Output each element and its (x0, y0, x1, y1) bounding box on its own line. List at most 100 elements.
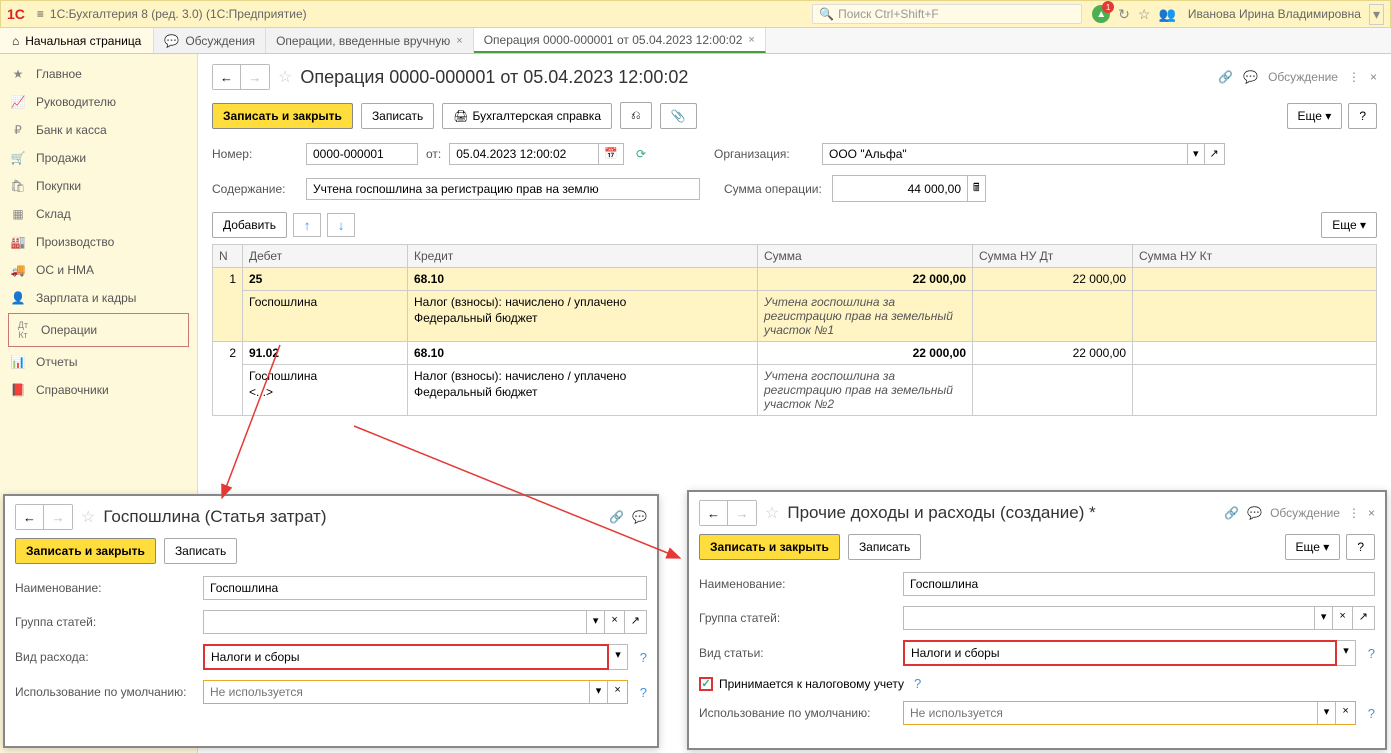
save-close-button[interactable]: Записать и закрыть (212, 103, 353, 129)
link-icon[interactable]: 🔗 (1224, 506, 1239, 520)
discuss-icon[interactable]: 💬 (1247, 506, 1262, 520)
col-debit[interactable]: Дебет (243, 245, 408, 268)
dropdown-icon[interactable]: ▾ (1188, 143, 1205, 165)
menu-icon[interactable]: ≡ (37, 7, 44, 21)
sidebar-item-reports[interactable]: 📊Отчеты (0, 348, 197, 376)
sum-input[interactable] (832, 175, 968, 202)
print-button[interactable]: 🖨Бухгалтерская справка (442, 103, 612, 129)
help-icon[interactable]: ? (914, 676, 921, 691)
back-button[interactable]: ← (16, 505, 44, 529)
sidebar-item-os[interactable]: 🚚ОС и НМА (0, 256, 197, 284)
save-button[interactable]: Записать (848, 534, 921, 560)
name-input[interactable] (203, 576, 647, 600)
history-icon[interactable]: ↻ (1118, 6, 1130, 23)
tab-discussions[interactable]: 💬 Обсуждения (154, 28, 266, 53)
sidebar-item-manager[interactable]: 📈Руководителю (0, 88, 197, 116)
back-button[interactable]: ← (213, 65, 241, 89)
table-row[interactable]: Госпошлина<...> Налог (взносы): начислен… (213, 365, 1377, 416)
close-icon[interactable]: × (1370, 70, 1377, 84)
clear-icon[interactable]: × (1335, 702, 1354, 724)
notifications-icon[interactable]: ▲ 1 (1092, 5, 1110, 23)
refresh-icon[interactable]: ⟳ (636, 147, 646, 161)
calendar-icon[interactable]: 📅 (599, 143, 624, 165)
dropdown-icon[interactable]: ▾ (589, 681, 608, 703)
table-row[interactable]: 2 91.02 68.10 22 000,00 22 000,00 (213, 342, 1377, 365)
save-button[interactable]: Записать (361, 103, 434, 129)
col-sum-kt[interactable]: Сумма НУ Кт (1133, 245, 1377, 268)
dropdown-icon[interactable]: ▾ (1315, 606, 1334, 630)
sidebar-item-salary[interactable]: 👤Зарплата и кадры (0, 284, 197, 312)
dropdown-icon[interactable]: ▾ (1317, 702, 1336, 724)
tax-checkbox[interactable]: ✓ (699, 677, 713, 691)
help-icon[interactable]: ? (640, 650, 647, 665)
col-sum[interactable]: Сумма (758, 245, 973, 268)
col-credit[interactable]: Кредит (408, 245, 758, 268)
group-input[interactable] (203, 610, 587, 634)
discuss-label[interactable]: Обсуждение (1268, 70, 1338, 84)
save-button[interactable]: Записать (164, 538, 237, 564)
dropdown-icon[interactable]: ▾ (1369, 4, 1384, 25)
add-button[interactable]: Добавить (212, 212, 287, 238)
favorite-star-icon[interactable]: ☆ (765, 503, 779, 523)
sidebar-item-catalogs[interactable]: 📕Справочники (0, 376, 197, 404)
open-icon[interactable]: ↗ (1353, 606, 1375, 630)
table-row[interactable]: 1 25 68.10 22 000,00 22 000,00 (213, 268, 1377, 291)
attach-button[interactable]: 📎 (660, 103, 697, 129)
clear-icon[interactable]: × (605, 610, 624, 634)
move-up-button[interactable]: ↑ (293, 213, 321, 237)
save-close-button[interactable]: Записать и закрыть (699, 534, 840, 560)
tab-manual-operations[interactable]: Операции, введенные вручную × (266, 28, 474, 53)
clear-icon[interactable]: × (1333, 606, 1352, 630)
org-input[interactable] (822, 143, 1188, 165)
group-input[interactable] (903, 606, 1315, 630)
search-input[interactable]: 🔍 Поиск Ctrl+Shift+F (812, 4, 1082, 24)
link-icon[interactable]: 🔗 (609, 510, 624, 524)
number-input[interactable] (306, 143, 418, 165)
help-button[interactable]: ? (1348, 103, 1377, 129)
sidebar-item-purchases[interactable]: 🛍Покупки (0, 172, 197, 200)
date-input[interactable] (449, 143, 599, 165)
more-button[interactable]: Еще ▾ (1285, 534, 1341, 560)
close-icon[interactable]: × (456, 35, 462, 47)
sidebar-item-operations[interactable]: ДтКтОперации (8, 313, 189, 347)
user-icon[interactable]: 👥 (1158, 6, 1175, 23)
clear-icon[interactable]: × (607, 681, 626, 703)
favorite-star-icon[interactable]: ☆ (278, 67, 292, 87)
more-button[interactable]: Еще ▾ (1287, 103, 1343, 129)
col-sum-dt[interactable]: Сумма НУ Дт (973, 245, 1133, 268)
close-icon[interactable]: × (1368, 506, 1375, 520)
user-name[interactable]: Иванова Ирина Владимировна (1188, 7, 1361, 21)
content-input[interactable] (306, 178, 700, 200)
help-button[interactable]: ? (1346, 534, 1375, 560)
dropdown-icon[interactable]: ▾ (587, 610, 606, 634)
save-close-button[interactable]: Записать и закрыть (15, 538, 156, 564)
table-row[interactable]: Госпошлина Налог (взносы): начислено / у… (213, 291, 1377, 342)
dropdown-icon[interactable]: ▾ (1337, 640, 1356, 666)
article-type-input[interactable] (903, 640, 1337, 666)
sidebar-item-bank[interactable]: ₽Банк и касса (0, 116, 197, 144)
sidebar-item-production[interactable]: 🏭Производство (0, 228, 197, 256)
default-input[interactable] (904, 702, 1317, 724)
sidebar-item-warehouse[interactable]: ▦Склад (0, 200, 197, 228)
open-icon[interactable]: ↗ (625, 610, 647, 634)
more-table-button[interactable]: Еще ▾ (1321, 212, 1377, 238)
tree-icon-button[interactable]: ⎌ (620, 102, 652, 129)
discuss-icon[interactable]: 💬 (1243, 70, 1258, 84)
back-button[interactable]: ← (700, 501, 728, 525)
link-icon[interactable]: 🔗 (1218, 70, 1233, 84)
sidebar-item-main[interactable]: ★Главное (0, 60, 197, 88)
expense-type-input[interactable] (203, 644, 609, 670)
help-icon[interactable]: ? (1368, 706, 1375, 721)
more-menu-icon[interactable]: ⋮ (1348, 70, 1360, 84)
help-icon[interactable]: ? (640, 685, 647, 700)
name-input[interactable] (903, 572, 1375, 596)
col-n[interactable]: N (213, 245, 243, 268)
default-input[interactable] (204, 681, 589, 703)
dropdown-icon[interactable]: ▾ (609, 644, 628, 670)
more-menu-icon[interactable]: ⋮ (1348, 506, 1360, 520)
tab-current-operation[interactable]: Операция 0000-000001 от 05.04.2023 12:00… (474, 28, 766, 53)
discuss-icon[interactable]: 💬 (632, 510, 647, 524)
open-icon[interactable]: ↗ (1205, 143, 1225, 165)
discuss-label[interactable]: Обсуждение (1270, 506, 1340, 520)
home-tab[interactable]: ⌂ Начальная страница (0, 28, 154, 53)
